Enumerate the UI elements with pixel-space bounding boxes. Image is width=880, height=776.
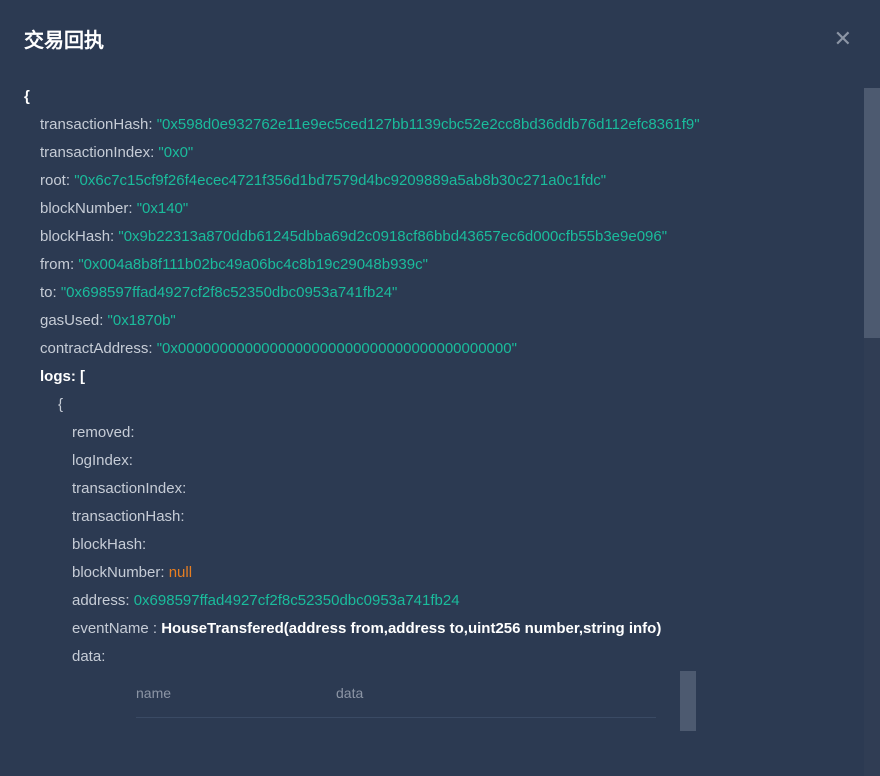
event-name-value: HouseTransfered(address from,address to,…: [161, 620, 661, 637]
log-open-brace: {: [24, 391, 850, 419]
log-key: blockNumber:: [72, 564, 169, 581]
field-key: blockNumber:: [40, 195, 137, 223]
content-wrapper: { transactionHash: "0x598d0e932762e11e9e…: [0, 71, 880, 759]
field-value: "0x598d0e932762e11e9ec5ced127bb1139cbc52…: [157, 116, 700, 133]
close-icon[interactable]: ✕: [834, 28, 852, 50]
log-key: transactionHash:: [72, 508, 185, 525]
field-block-number: blockNumber: "0x140": [24, 195, 850, 223]
log-removed: removed:: [24, 419, 850, 447]
log-key: address:: [72, 592, 134, 609]
log-log-index: logIndex:: [24, 447, 850, 475]
table-header-row: name data: [136, 679, 656, 718]
log-key: data:: [72, 648, 105, 665]
log-data: data:: [24, 643, 850, 671]
data-table: name data: [136, 679, 656, 718]
field-key: gasUsed:: [40, 307, 108, 335]
field-key: root:: [40, 167, 74, 195]
col-header-data: data: [336, 679, 656, 707]
field-gas-used: gasUsed: "0x1870b": [24, 307, 850, 335]
log-value-address: 0x698597ffad4927cf2f8c52350dbc0953a741fb…: [134, 592, 460, 609]
open-brace: {: [24, 83, 850, 111]
log-key: eventName :: [72, 620, 161, 637]
log-event-name: eventName : HouseTransfered(address from…: [24, 615, 850, 643]
field-to: to: "0x698597ffad4927cf2f8c52350dbc0953a…: [24, 279, 850, 307]
log-value-null: null: [169, 564, 192, 581]
field-key: transactionHash:: [40, 116, 157, 133]
log-transaction-hash: transactionHash:: [24, 503, 850, 531]
field-value: "0x6c7c15cf9f26f4ecec4721f356d1bd7579d4b…: [74, 167, 606, 195]
field-key: blockHash:: [40, 223, 118, 251]
table-scrollbar-thumb[interactable]: [680, 671, 696, 731]
log-key: removed:: [72, 424, 135, 441]
receipt-content: { transactionHash: "0x598d0e932762e11e9e…: [0, 71, 880, 759]
field-root: root: "0x6c7c15cf9f26f4ecec4721f356d1bd7…: [24, 167, 850, 195]
field-transaction-hash: transactionHash: "0x598d0e932762e11e9ec5…: [24, 111, 850, 139]
field-key: contractAddress:: [40, 335, 157, 363]
log-block-hash: blockHash:: [24, 531, 850, 559]
field-key: from:: [40, 251, 78, 279]
col-header-name: name: [136, 679, 336, 707]
field-value: "0x004a8b8f111b02bc49a06bc4c8b19c29048b9…: [78, 251, 428, 279]
log-key: logIndex:: [72, 452, 133, 469]
field-value: "0x1870b": [108, 307, 176, 335]
logs-label: logs: [: [24, 363, 850, 391]
field-value: "0x9b22313a870ddb61245dbba69d2c0918cf86b…: [118, 223, 667, 251]
field-contract-address: contractAddress: "0x00000000000000000000…: [24, 335, 850, 363]
field-value: "0x698597ffad4927cf2f8c52350dbc0953a741f…: [61, 279, 398, 307]
field-key: to:: [40, 279, 61, 307]
field-block-hash: blockHash: "0x9b22313a870ddb61245dbba69d…: [24, 223, 850, 251]
transaction-receipt-dialog: 交易回执 ✕ { transactionHash: "0x598d0e93276…: [0, 0, 880, 776]
field-key: transactionIndex:: [40, 139, 158, 167]
field-transaction-index: transactionIndex: "0x0": [24, 139, 850, 167]
log-address: address: 0x698597ffad4927cf2f8c52350dbc0…: [24, 587, 850, 615]
field-value: "0x0": [158, 139, 193, 167]
field-value: "0x0000000000000000000000000000000000000…: [157, 335, 517, 363]
field-value: "0x140": [137, 195, 189, 223]
log-transaction-index: transactionIndex:: [24, 475, 850, 503]
dialog-title: 交易回执: [24, 24, 104, 53]
log-block-number: blockNumber: null: [24, 559, 850, 587]
dialog-header: 交易回执 ✕: [0, 0, 880, 71]
field-from: from: "0x004a8b8f111b02bc49a06bc4c8b19c2…: [24, 251, 850, 279]
log-key: blockHash:: [72, 536, 146, 553]
log-key: transactionIndex:: [72, 480, 186, 497]
